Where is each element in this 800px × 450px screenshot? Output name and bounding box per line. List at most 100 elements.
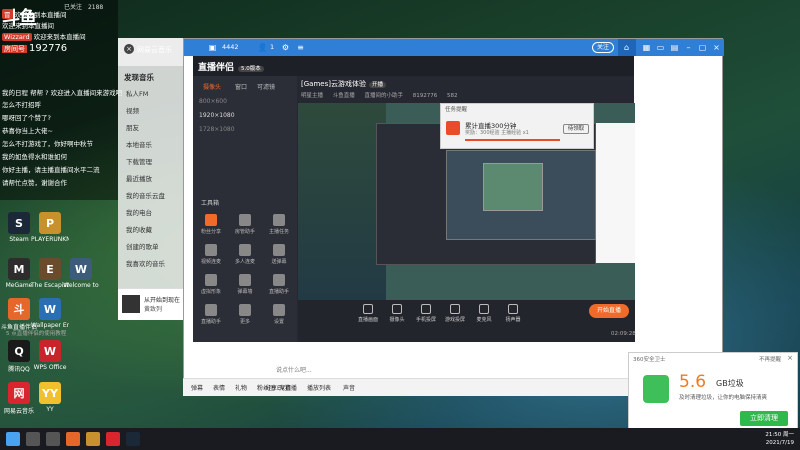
tab-window[interactable]: 窗口 bbox=[235, 82, 247, 91]
music-nav-item[interactable]: 最近播放 bbox=[126, 173, 152, 183]
scene-item[interactable]: 800×600 bbox=[199, 98, 227, 105]
screen-icon[interactable]: ▭ bbox=[654, 41, 667, 54]
search-icon[interactable] bbox=[26, 432, 40, 446]
desktop-icon[interactable]: P PLAYERUNKNOWN'S BATTLEGROUNDS bbox=[31, 212, 69, 243]
follow-button[interactable]: 关注 bbox=[592, 42, 614, 53]
chat-message: 哪呀回了个赞了? bbox=[2, 112, 51, 122]
toolbox-button[interactable]: 虚拟形象 bbox=[195, 274, 227, 295]
chat-message: 怎么不打游戏了，你好啊中秋节 bbox=[2, 138, 93, 148]
toolbox-button[interactable]: 视频连麦 bbox=[195, 244, 227, 265]
system-clock[interactable]: 21:50 周一 2021/7/19 bbox=[765, 431, 794, 447]
music-nav-item[interactable]: 下载管理 bbox=[126, 156, 152, 166]
close-icon[interactable]: × bbox=[787, 354, 793, 362]
tool-icon bbox=[239, 274, 251, 286]
music-nav-item[interactable]: 私人FM bbox=[126, 88, 148, 98]
tutorial-tip[interactable]: 5 点直播伴侣的使用教程 bbox=[6, 329, 66, 337]
window-close-icon[interactable]: × bbox=[710, 41, 723, 54]
no-remind-link[interactable]: 不再提醒 bbox=[759, 355, 781, 363]
app-icon: P bbox=[39, 212, 61, 234]
bottom-bar-item[interactable]: 播放列表 bbox=[307, 383, 331, 392]
tool-label: 直播助手 bbox=[268, 289, 289, 295]
assistant-titlebar: 直播伴侣 5.0版本 bbox=[193, 56, 634, 76]
music-nav-item[interactable]: 我喜欢的音乐 bbox=[126, 258, 165, 268]
music-nav-item[interactable]: 本地音乐 bbox=[126, 139, 152, 149]
tab-camera[interactable]: 摄像头 bbox=[203, 82, 221, 91]
desktop-icon[interactable]: YY YY bbox=[31, 382, 69, 413]
stream-control-button[interactable]: 扬声器 bbox=[499, 304, 527, 323]
music-nav-item[interactable]: 我的电台 bbox=[126, 207, 152, 217]
control-label: 游戏投屏 bbox=[444, 317, 465, 323]
stream-control-button[interactable]: 直播画面 bbox=[354, 304, 382, 323]
toolbox-button[interactable]: 更多 bbox=[229, 304, 261, 325]
settings-icon[interactable]: ⚙ bbox=[279, 41, 292, 54]
stream-control-button[interactable]: 麦克风 bbox=[470, 304, 498, 323]
toolbox-button[interactable]: 粉丝分享 bbox=[195, 214, 227, 235]
desktop-icon[interactable]: W Welcome to bbox=[62, 258, 100, 289]
chat-text: 恭喜你当上大佬~ bbox=[2, 127, 53, 135]
chat-badge: 冒 bbox=[2, 9, 13, 19]
bottom-bar-item[interactable]: 礼物 bbox=[235, 383, 247, 392]
task-notification[interactable]: 任务提醒 累计直播300分钟 奖励：300经验 主播经验 x1 待领取 bbox=[440, 103, 594, 149]
chat-text: 请帮忙点赞，谢谢合作 bbox=[2, 179, 67, 187]
stream-control-button[interactable]: 手机投屏 bbox=[412, 304, 440, 323]
home-icon[interactable]: ▣ bbox=[206, 41, 219, 54]
gamepad-icon[interactable]: ▦ bbox=[640, 41, 653, 54]
desktop-icon-label: YY bbox=[46, 406, 54, 413]
game-taskbar-icon[interactable] bbox=[86, 432, 100, 446]
music-now-playing[interactable]: 从开始到现在 黄致列 bbox=[118, 288, 190, 320]
music-nav-item[interactable]: 我的收藏 bbox=[126, 224, 152, 234]
music-nav-item[interactable]: 朋友 bbox=[126, 122, 139, 132]
scene-item[interactable]: 1728×1080 bbox=[199, 126, 235, 133]
user-icon[interactable]: 👤 bbox=[256, 41, 269, 54]
clean-now-button[interactable]: 立即清理 bbox=[740, 411, 788, 426]
toolbox-button[interactable]: 设置 bbox=[263, 304, 295, 325]
desktop-icon[interactable]: W Wallpaper Engine bbox=[31, 298, 69, 329]
music-nav-item[interactable]: 视频 bbox=[126, 105, 139, 115]
bottom-bar-item[interactable]: 分享EV直播 bbox=[265, 383, 297, 392]
app-icon: W bbox=[39, 340, 61, 362]
tool-label: 虚拟形象 bbox=[200, 289, 221, 295]
douyu-taskbar-icon[interactable] bbox=[66, 432, 80, 446]
bottom-bar-item[interactable]: 表情 bbox=[213, 383, 225, 392]
toolbox-button[interactable]: 多人连麦 bbox=[229, 244, 261, 265]
stream-control-button[interactable]: 摄像头 bbox=[383, 304, 411, 323]
chat-text: 我的日程 帮帮 ? 欢迎进入直播间来游戏吧 bbox=[2, 89, 123, 97]
layout-icon[interactable]: ▤ bbox=[668, 41, 681, 54]
steam-taskbar-icon[interactable] bbox=[126, 432, 140, 446]
toolbox-button[interactable]: 弹幕墙 bbox=[229, 274, 261, 295]
room-title-text: [Games]云游戏体验 bbox=[301, 80, 366, 88]
preview-white-area bbox=[596, 123, 635, 263]
close-icon[interactable]: × bbox=[124, 44, 134, 54]
toolbox-button[interactable]: 主播任务 bbox=[263, 214, 295, 235]
menu-icon[interactable]: ≡ bbox=[294, 41, 307, 54]
toolbox-button[interactable]: 直播助手 bbox=[263, 274, 295, 295]
stream-control-button[interactable]: 游戏投屏 bbox=[441, 304, 469, 323]
bottom-bar-item[interactable]: 声音 bbox=[343, 383, 355, 392]
minimize-icon[interactable]: – bbox=[682, 41, 695, 54]
control-icon bbox=[508, 304, 518, 314]
toolbox-button[interactable]: 直播助手 bbox=[195, 304, 227, 325]
windows-taskbar: 21:50 周一 2021/7/19 bbox=[0, 428, 800, 450]
room-number-tag: 房间号 bbox=[2, 45, 27, 53]
maximize-icon[interactable]: ▢ bbox=[696, 41, 709, 54]
tool-icon bbox=[205, 244, 217, 256]
netease-music-window[interactable]: 发现音乐 私人FM 视频 朋友 本地音乐 下载管理 最近播放 我的音乐云盘 我的电台 我的收藏创… bbox=[118, 38, 190, 320]
music-nav-item[interactable]: 我的音乐云盘 bbox=[126, 190, 165, 200]
toolbox-button[interactable]: 房管助手 bbox=[229, 214, 261, 235]
music-nav-item[interactable]: 创建的歌单 bbox=[126, 241, 159, 251]
tab-filter[interactable]: 可滤镜 bbox=[257, 82, 275, 91]
bottom-bar-item[interactable]: 弹幕 bbox=[191, 383, 203, 392]
tool-label: 主播任务 bbox=[268, 229, 289, 235]
claim-button[interactable]: 待领取 bbox=[563, 124, 589, 134]
junk-unit: GB垃圾 bbox=[716, 379, 744, 388]
desktop-icon[interactable]: W WPS Office bbox=[31, 340, 69, 371]
go-live-button[interactable]: 开始直播 bbox=[589, 304, 629, 318]
home-button[interactable]: ⌂ bbox=[618, 39, 636, 56]
toolbox-button[interactable]: 送弹幕 bbox=[263, 244, 295, 265]
task-view-icon[interactable] bbox=[46, 432, 60, 446]
netease-taskbar-icon[interactable] bbox=[106, 432, 120, 446]
chat-input[interactable] bbox=[272, 364, 612, 376]
app-icon: W bbox=[70, 258, 92, 280]
scene-item[interactable]: 1920×1080 bbox=[199, 112, 235, 119]
start-icon[interactable] bbox=[6, 432, 20, 446]
